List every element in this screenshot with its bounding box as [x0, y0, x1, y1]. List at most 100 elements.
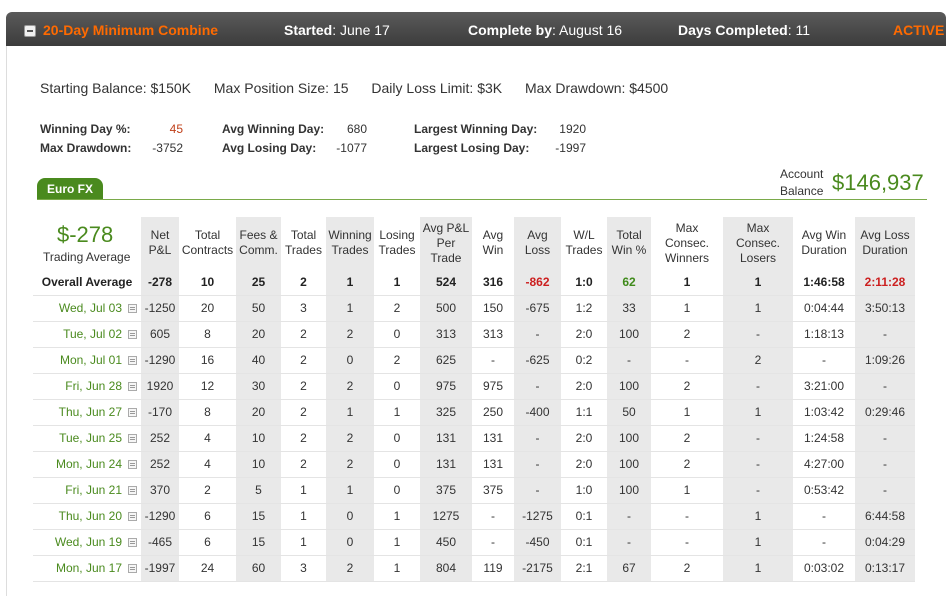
- column-header[interactable]: W/L Trades: [561, 217, 607, 269]
- table-row: Thu, Jun 20 -1290 6 15 1 0 1 1275- -1275 0:1- -1-6…: [33, 503, 915, 530]
- row-date[interactable]: Wed, Jul 03: [33, 295, 141, 322]
- table-cell: -: [472, 347, 514, 374]
- table-cell: 100: [607, 373, 651, 400]
- table-cell: 1: [723, 295, 793, 322]
- column-header[interactable]: Max Consec. Winners: [651, 217, 723, 269]
- column-header[interactable]: Avg P&L Per Trade: [420, 217, 472, 269]
- note-icon[interactable]: [128, 486, 137, 495]
- note-icon[interactable]: [128, 434, 137, 443]
- table-cell: 2: [281, 269, 326, 296]
- table-cell: -: [723, 321, 793, 348]
- table-cell: 2:0: [561, 373, 607, 400]
- table-cell: 316: [472, 269, 514, 296]
- daily-loss-limit: Daily Loss Limit: $3K: [371, 80, 503, 96]
- row-date-link[interactable]: Thu, Jun 27: [59, 405, 122, 419]
- table-cell: 1:24:58: [793, 425, 855, 452]
- table-cell: 0: [374, 321, 420, 348]
- table-cell: -: [793, 529, 855, 556]
- row-date-link[interactable]: Fri, Jun 28: [65, 379, 122, 393]
- table-cell: -: [723, 451, 793, 478]
- table-cell: 24: [179, 555, 236, 582]
- table-cell: 1: [326, 399, 374, 426]
- row-date[interactable]: Mon, Jun 24: [33, 451, 141, 478]
- column-header[interactable]: Total Contracts: [179, 217, 236, 269]
- table-row: Thu, Jun 27 -170 8 20 2 1 1 325 250 -400 1:1 50 1 1 1:…: [33, 399, 915, 426]
- row-date[interactable]: Fri, Jun 21: [33, 477, 141, 504]
- note-icon[interactable]: [128, 408, 137, 417]
- column-header[interactable]: Fees & Comm.: [236, 217, 281, 269]
- row-date[interactable]: Tue, Jun 25: [33, 425, 141, 452]
- table-cell: 0:13:17: [855, 555, 915, 582]
- table-cell: 50: [236, 295, 281, 322]
- table-cell: 1: [651, 295, 723, 322]
- row-date-link[interactable]: Tue, Jun 25: [59, 431, 122, 445]
- table-cell: 1: [723, 269, 793, 296]
- column-header[interactable]: Total Win %: [607, 217, 651, 269]
- table-cell: 15: [236, 503, 281, 530]
- row-date-link[interactable]: Mon, Jun 17: [56, 561, 122, 575]
- note-icon[interactable]: [128, 382, 137, 391]
- collapse-toggle-icon[interactable]: [24, 25, 36, 37]
- column-header[interactable]: Total Trades: [281, 217, 326, 269]
- column-header[interactable]: Net P&L: [141, 217, 179, 269]
- table-cell: -: [472, 529, 514, 556]
- table-cell: 15: [236, 529, 281, 556]
- combine-panel: Starting Balance: $150K Max Position Siz…: [6, 46, 946, 596]
- table-cell: 150: [472, 295, 514, 322]
- table-cell: 2: [326, 373, 374, 400]
- table-cell: 131: [420, 451, 472, 478]
- note-icon[interactable]: [128, 356, 137, 365]
- overall-label: Overall Average: [33, 269, 141, 296]
- avg-winning-day-label: Avg Winning Day:: [222, 122, 325, 136]
- table-row: Tue, Jun 25 252 4 10 2 2 0 131 131-2:0 100 2-1:24:…: [33, 425, 915, 452]
- row-date[interactable]: Mon, Jul 01: [33, 347, 141, 374]
- column-header[interactable]: Max Consec. Losers: [723, 217, 793, 269]
- row-date-link[interactable]: Tue, Jul 02: [63, 327, 122, 341]
- note-icon[interactable]: [128, 330, 137, 339]
- column-header[interactable]: Losing Trades: [374, 217, 420, 269]
- table-cell: -400: [514, 399, 561, 426]
- row-date-link[interactable]: Fri, Jun 21: [65, 483, 122, 497]
- row-date-link[interactable]: Wed, Jun 19: [55, 535, 122, 549]
- table-cell: 1: [374, 529, 420, 556]
- note-icon[interactable]: [128, 564, 137, 573]
- table-cell: 975: [420, 373, 472, 400]
- table-row: Mon, Jul 01 -1290 16 40 2 0 2 625- -625 0:2- -2-1:…: [33, 347, 915, 374]
- row-date[interactable]: Thu, Jun 20: [33, 503, 141, 530]
- row-date-link[interactable]: Thu, Jun 20: [59, 509, 122, 523]
- table-cell: 375: [472, 477, 514, 504]
- note-icon[interactable]: [128, 304, 137, 313]
- table-cell: 119: [472, 555, 514, 582]
- table-cell: -: [855, 425, 915, 452]
- column-header[interactable]: Avg Win: [472, 217, 514, 269]
- row-date-link[interactable]: Mon, Jun 24: [56, 457, 122, 471]
- column-header[interactable]: Avg Loss: [514, 217, 561, 269]
- table-cell: -: [855, 451, 915, 478]
- note-icon[interactable]: [128, 512, 137, 521]
- avg-losing-day: -1077: [336, 141, 367, 155]
- tab-euro-fx[interactable]: Euro FX: [37, 178, 104, 200]
- row-date[interactable]: Tue, Jul 02: [33, 321, 141, 348]
- note-icon[interactable]: [128, 460, 137, 469]
- largest-losing-day: -1997: [555, 141, 586, 155]
- row-date-link[interactable]: Mon, Jul 01: [60, 353, 122, 367]
- table-cell: -675: [514, 295, 561, 322]
- row-date[interactable]: Fri, Jun 28: [33, 373, 141, 400]
- table-cell: 10: [236, 451, 281, 478]
- row-date[interactable]: Mon, Jun 17: [33, 555, 141, 582]
- table-cell: 2: [326, 451, 374, 478]
- account-balance-value: $146,937: [832, 170, 924, 195]
- row-date-link[interactable]: Wed, Jul 03: [59, 301, 122, 315]
- table-cell: -: [651, 503, 723, 530]
- column-header[interactable]: Winning Trades: [326, 217, 374, 269]
- row-date[interactable]: Wed, Jun 19: [33, 529, 141, 556]
- table-cell: 10: [236, 425, 281, 452]
- table-cell: 450: [420, 529, 472, 556]
- note-icon[interactable]: [128, 538, 137, 547]
- row-date[interactable]: Thu, Jun 27: [33, 399, 141, 426]
- table-cell: 67: [607, 555, 651, 582]
- table-row: Mon, Jun 17 -1997 24 60 3 2 1 804 119 -2175 2:1 67 2…: [33, 555, 915, 582]
- column-header[interactable]: Avg Win Duration: [793, 217, 855, 269]
- column-header[interactable]: Avg Loss Duration: [855, 217, 915, 269]
- table-cell: 33: [607, 295, 651, 322]
